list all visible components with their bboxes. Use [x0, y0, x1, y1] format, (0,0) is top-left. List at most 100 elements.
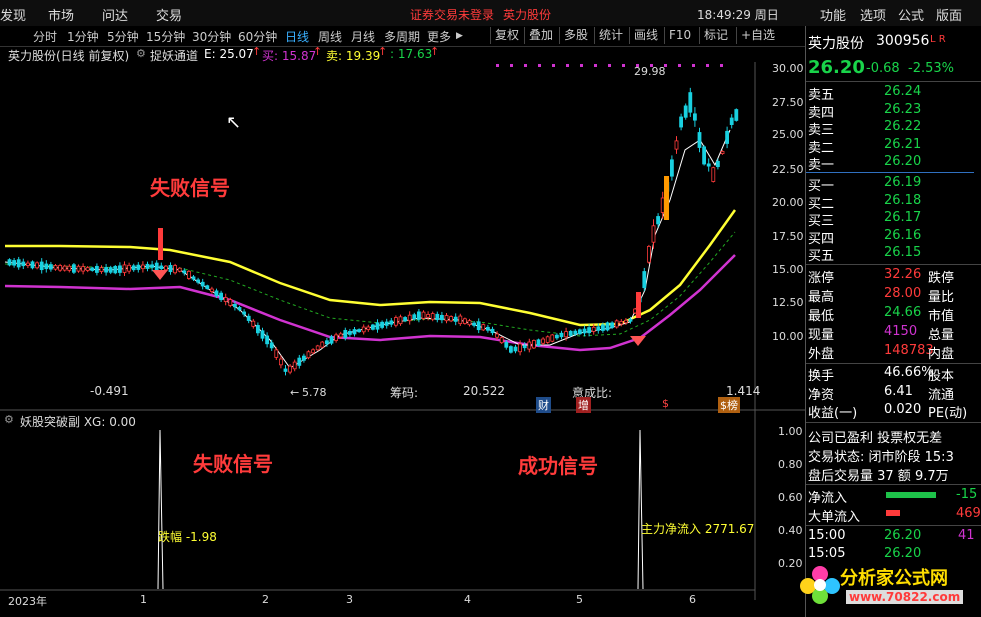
ask-level-value: 26.21 [884, 136, 922, 152]
chip-value: 20.522 [463, 384, 505, 398]
tag-dollar[interactable]: $ [662, 397, 669, 410]
candle-body [297, 357, 302, 366]
bid-level-label: 买三 [808, 214, 835, 229]
trade-status: 交易状态: 闭市阶段 15:3 [808, 450, 954, 465]
candle-body [578, 329, 582, 335]
candle-body [688, 92, 693, 113]
stat2-value: 0.020 [884, 402, 922, 417]
candle-body [642, 271, 647, 289]
candle-body [481, 324, 486, 331]
candle-body [430, 313, 435, 320]
candle-body [495, 333, 500, 338]
candle-body [407, 314, 412, 322]
left-value: -0.491 [90, 384, 129, 398]
candle-body [246, 315, 251, 321]
candle-body [720, 150, 725, 155]
candle-body [398, 316, 403, 325]
cursor-icon: ↖ [226, 112, 242, 133]
candle-body [711, 167, 716, 182]
candle-body [99, 267, 104, 272]
candle-body [462, 318, 467, 324]
net-inflow-bar [886, 492, 936, 498]
candle-body [449, 316, 454, 322]
y-tick: 0.40 [778, 524, 803, 537]
candle-body [205, 285, 210, 290]
candle-body [260, 330, 265, 339]
candle-body [209, 288, 214, 292]
company-notice: 公司已盈利 投票权无差 [808, 431, 943, 446]
menu-layout[interactable]: 版面 [936, 5, 962, 24]
candle-body [384, 321, 389, 326]
candle-body [389, 320, 394, 325]
stat2-label: 收益(一) [808, 406, 858, 421]
candle-body [697, 132, 702, 148]
tag-finance[interactable]: 财 [536, 397, 551, 413]
sub-settings-icon[interactable]: ⚙ [4, 413, 14, 426]
candle-body [168, 265, 173, 273]
y-tick: 10.00 [772, 330, 804, 343]
candle-body [104, 267, 108, 273]
candle-body [214, 290, 219, 297]
candle-body [324, 340, 329, 345]
candle-body [485, 326, 490, 331]
candle-body [90, 267, 95, 271]
candle-body [412, 314, 417, 320]
candle-body [122, 264, 127, 273]
sub-note-inflow: 主力净流入 2771.67 [641, 522, 755, 536]
candle-body [702, 146, 706, 165]
bid-level-label: 买五 [808, 249, 835, 264]
candle-body [265, 335, 270, 345]
y-tick: 12.50 [772, 296, 804, 309]
y-tick: 15.00 [772, 263, 804, 276]
candle-body [568, 330, 573, 336]
candle-body [251, 320, 256, 327]
y-tick: 0.80 [778, 458, 803, 471]
candle-body [25, 262, 30, 266]
candle-body [255, 325, 260, 334]
candle-body [301, 355, 306, 361]
candle-body [380, 321, 385, 328]
tag-list[interactable]: $榜 [718, 397, 740, 413]
fail-signal-label: 失败信号 [150, 176, 230, 200]
ask-level-value: 26.24 [884, 84, 922, 99]
ask-level-label: 卖二 [808, 140, 835, 156]
signal-candle [636, 292, 641, 318]
candle-body [223, 297, 228, 302]
menu-formula[interactable]: 公式 [898, 5, 924, 24]
low-price-label: 5.78 [302, 386, 327, 399]
candle-body [564, 331, 568, 338]
candle-body [72, 264, 76, 273]
candle-body [269, 342, 274, 349]
bid-level-label: 买二 [808, 196, 835, 212]
quote-stock-code: 300956 [876, 33, 930, 49]
candle-body [536, 339, 541, 346]
flower-icon [800, 566, 840, 604]
menu-function[interactable]: 功能 [820, 5, 846, 24]
y-tick: 17.50 [772, 230, 804, 243]
candle-body [716, 160, 720, 168]
candle-body [12, 260, 17, 266]
quote-flags: L R [930, 34, 946, 45]
candle-body [596, 326, 601, 331]
y-tick: 30.00 [772, 62, 804, 75]
candle-body [357, 329, 362, 333]
candle-body [67, 265, 72, 271]
candle-body [656, 216, 660, 225]
bid-level-value: 26.17 [884, 210, 922, 225]
menu-options[interactable]: 选项 [860, 5, 886, 24]
stat2-right-label: PE(动) [928, 406, 968, 421]
quote-price: 26.20 [808, 57, 865, 78]
candle-body [62, 265, 67, 271]
candle-body [458, 315, 463, 325]
candle-body [467, 320, 472, 326]
candle-body [670, 159, 674, 177]
candle-body [338, 333, 343, 338]
bid-level-value: 26.19 [884, 175, 922, 190]
stat-right-label: 量比 [928, 290, 955, 305]
candle-body [453, 316, 458, 322]
tag-increase[interactable]: 增 [576, 397, 591, 413]
candle-body [490, 328, 495, 334]
candle-body [145, 263, 150, 269]
candle-body [725, 130, 729, 144]
tick-price: 26.20 [884, 546, 922, 561]
